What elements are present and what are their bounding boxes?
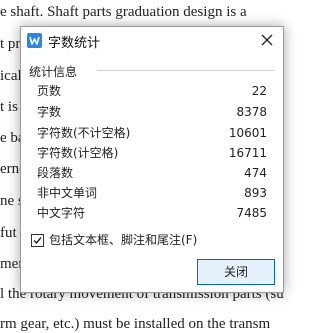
stat-label: 字数 — [37, 105, 62, 119]
stat-value: 8378 — [236, 105, 267, 119]
stat-value: 893 — [244, 186, 267, 200]
stat-label: 非中文单词 — [37, 186, 98, 200]
document-line: e shaft. Shaft parts graduation design i… — [0, 4, 247, 20]
word-count-dialog: 字数统计 统计信息 页数 22 字数 8378 字符数(不计空格) 10601 … — [20, 26, 284, 293]
stat-row-chars-with-spaces: 字符数(计空格) 16711 — [37, 143, 267, 163]
stat-label: 中文字符 — [37, 206, 86, 220]
checkbox-checked-icon[interactable] — [31, 234, 44, 247]
section-divider — [97, 70, 275, 71]
stat-value: 22 — [251, 84, 267, 98]
stat-value: 16711 — [228, 146, 267, 160]
document-line: rm gear, etc.) must be installed on the … — [0, 316, 271, 332]
stat-label: 段落数 — [37, 166, 74, 180]
stat-row-pages: 页数 22 — [37, 81, 267, 101]
stat-value: 10601 — [228, 126, 267, 140]
close-icon[interactable] — [255, 29, 279, 51]
stat-row-words: 字数 8378 — [37, 102, 267, 122]
stat-label: 字符数(计空格) — [37, 146, 119, 160]
checkbox-label[interactable]: 包括文本框、脚注和尾注(F) — [49, 232, 197, 248]
stat-value: 7485 — [236, 206, 267, 220]
wps-writer-icon — [27, 33, 42, 48]
stat-row-chars-no-spaces: 字符数(不计空格) 10601 — [37, 123, 267, 143]
stat-row-non-chinese-words: 非中文单词 893 — [37, 183, 267, 203]
dialog-title: 字数统计 — [48, 36, 101, 51]
stat-label: 字符数(不计空格) — [37, 126, 131, 140]
stat-label: 页数 — [37, 84, 62, 98]
statistics-section-title: 统计信息 — [29, 65, 78, 79]
stat-row-paragraphs: 段落数 474 — [37, 163, 267, 183]
stat-row-chinese-chars: 中文字符 7485 — [37, 203, 267, 223]
stat-value: 474 — [244, 166, 267, 180]
dialog-titlebar[interactable]: 字数统计 — [21, 27, 283, 54]
close-button[interactable]: 关闭 — [197, 259, 275, 285]
